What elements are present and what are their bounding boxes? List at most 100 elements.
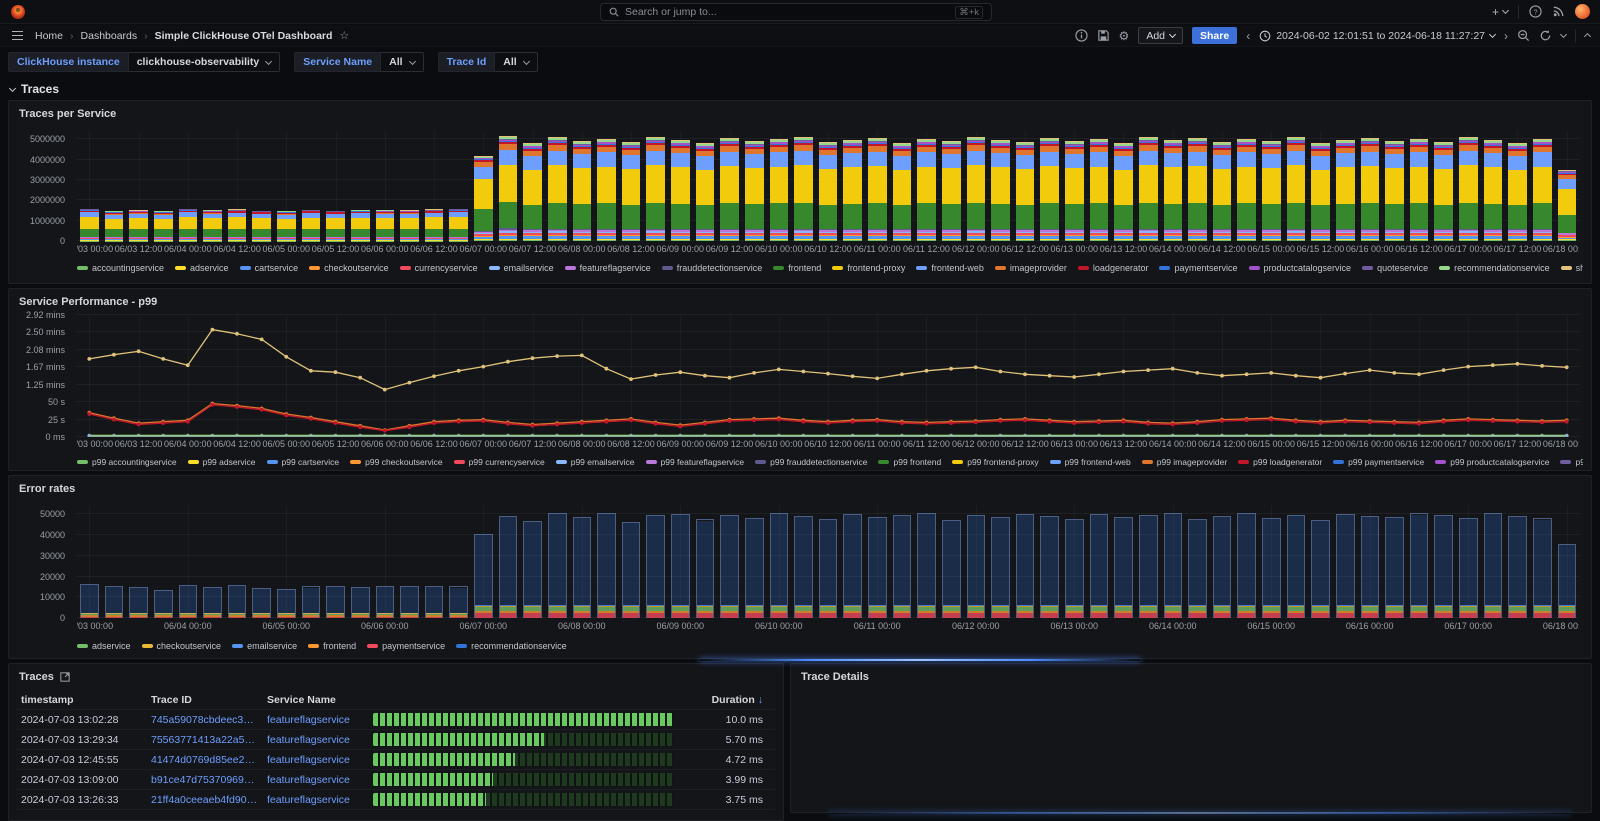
legend-item-p99-adservice[interactable]: p99 adservice bbox=[188, 457, 256, 467]
refresh-icon[interactable] bbox=[1539, 29, 1552, 42]
legend-item-frontend-proxy[interactable]: frontend-proxy bbox=[832, 263, 905, 273]
legend-item-p99-emailservice[interactable]: p99 emailservice bbox=[556, 457, 635, 467]
legend-item-cartservice[interactable]: cartservice bbox=[240, 263, 299, 273]
time-range-picker[interactable]: 2024-06-02 12:01:51 to 2024-06-18 11:27:… bbox=[1259, 30, 1495, 42]
table-row[interactable]: 2024-07-03 13:29:3475563771413a22a54618.… bbox=[17, 730, 775, 750]
bar-segment-frontend-web bbox=[1065, 154, 1084, 168]
cell-service-name-link[interactable]: featureflagservice bbox=[267, 714, 373, 726]
error-bar bbox=[696, 519, 715, 618]
legend-item-checkoutservice[interactable]: checkoutservice bbox=[309, 263, 389, 273]
grafana-logo[interactable] bbox=[10, 4, 26, 20]
legend-item-emailservice[interactable]: emailservice bbox=[232, 641, 297, 651]
x-axis-tick-label: 06/09 00:00 bbox=[656, 244, 704, 254]
table-row[interactable]: 2024-07-03 12:45:5541474d0769d85ee2828..… bbox=[17, 750, 775, 770]
cell-trace-id-link[interactable]: 21ff4a0ceeaeb4fd90af0... bbox=[151, 794, 267, 806]
legend-item-p99-productcatalogservice[interactable]: p99 productcatalogservice bbox=[1435, 457, 1549, 467]
time-range-forward-arrow[interactable]: › bbox=[1504, 30, 1508, 42]
zoom-out-time-icon[interactable] bbox=[1517, 29, 1530, 42]
column-header-trace-id[interactable]: Trace ID bbox=[151, 694, 267, 706]
refresh-interval-caret[interactable] bbox=[1560, 31, 1567, 38]
legend-item-frontend[interactable]: frontend bbox=[773, 263, 821, 273]
breadcrumb-dashboards[interactable]: Dashboards bbox=[81, 30, 138, 42]
column-header-service-name[interactable]: Service Name bbox=[267, 694, 373, 706]
cell-trace-id-link[interactable]: b91ce47d753709695f1d... bbox=[151, 774, 267, 786]
breadcrumb: Home › Dashboards › Simple ClickHouse OT… bbox=[35, 29, 349, 42]
legend-item-p99-frontend-proxy[interactable]: p99 frontend-proxy bbox=[952, 457, 1038, 467]
legend-item-p99-checkoutservice[interactable]: p99 checkoutservice bbox=[350, 457, 443, 467]
table-row[interactable]: 2024-07-03 13:02:28745a59078cbdeec39b7..… bbox=[17, 710, 775, 730]
breadcrumb-home[interactable]: Home bbox=[35, 30, 63, 42]
bar-segment-frontend bbox=[597, 203, 616, 228]
legend-item-p99-loadgenerator[interactable]: p99 loadgenerator bbox=[1238, 457, 1322, 467]
legend-item-p99-quoteservice[interactable]: p99 quoteservice bbox=[1560, 457, 1583, 467]
cell-trace-id-link[interactable]: 745a59078cbdeec39b7... bbox=[151, 714, 267, 726]
legend-item-p99-cartservice[interactable]: p99 cartservice bbox=[267, 457, 340, 467]
dashboard-insights-icon[interactable] bbox=[1075, 29, 1088, 42]
news-icon[interactable] bbox=[1552, 5, 1565, 18]
legend-item-frontend[interactable]: frontend bbox=[308, 641, 356, 651]
bar-segment-paymentservice bbox=[1534, 613, 1551, 618]
legend-item-p99-currencyservice[interactable]: p99 currencyservice bbox=[454, 457, 545, 467]
legend-item-loadgenerator[interactable]: loadgenerator bbox=[1078, 263, 1149, 273]
new-menu-button[interactable]: + bbox=[1492, 5, 1508, 19]
cell-trace-id-link[interactable]: 41474d0769d85ee2828... bbox=[151, 754, 267, 766]
column-header-duration[interactable]: Duration↓ bbox=[691, 694, 771, 706]
legend-item-p99-accountingservice[interactable]: p99 accountingservice bbox=[77, 457, 177, 467]
cell-service-name-link[interactable]: featureflagservice bbox=[267, 754, 373, 766]
bar-segment-accountingservice bbox=[819, 240, 838, 241]
legend-item-p99-paymentservice[interactable]: p99 paymentservice bbox=[1333, 457, 1424, 467]
legend-item-paymentservice[interactable]: paymentservice bbox=[1159, 263, 1237, 273]
panel-resize-indicator bbox=[700, 659, 1140, 661]
legend-item-emailservice[interactable]: emailservice bbox=[489, 263, 554, 273]
legend-item-currencyservice[interactable]: currencyservice bbox=[400, 263, 478, 273]
cell-service-name-link[interactable]: featureflagservice bbox=[267, 734, 373, 746]
column-header-timestamp[interactable]: timestamp bbox=[21, 694, 151, 706]
x-axis-tick-label: 06/15 12:00 bbox=[1297, 439, 1345, 449]
stacked-bar bbox=[1434, 142, 1453, 241]
legend-item-frontend-web[interactable]: frontend-web bbox=[916, 263, 984, 273]
add-button[interactable]: Add bbox=[1138, 27, 1183, 44]
legend-item-featureflagservice[interactable]: featureflagservice bbox=[565, 263, 651, 273]
help-icon[interactable]: ? bbox=[1529, 5, 1542, 18]
time-range-back-arrow[interactable]: ‹ bbox=[1246, 30, 1250, 42]
legend-item-adservice[interactable]: adservice bbox=[175, 263, 229, 273]
cell-trace-id-link[interactable]: 75563771413a22a54618... bbox=[151, 734, 267, 746]
user-avatar[interactable] bbox=[1575, 4, 1590, 19]
legend-item-quoteservice[interactable]: quoteservice bbox=[1362, 263, 1428, 273]
variable-value-dropdown[interactable]: All bbox=[381, 52, 423, 72]
bar-segment-recommendationservice bbox=[450, 588, 467, 613]
legend-item-p99-frontend[interactable]: p99 frontend bbox=[878, 457, 941, 467]
legend-item-accountingservice[interactable]: accountingservice bbox=[77, 263, 164, 273]
legend-item-frauddetectionservice[interactable]: frauddetectionservice bbox=[662, 263, 763, 273]
panel-expand-icon[interactable] bbox=[60, 672, 70, 682]
legend-item-p99-featureflagservice[interactable]: p99 featureflagservice bbox=[646, 457, 745, 467]
legend-item-imageprovider[interactable]: imageprovider bbox=[995, 263, 1067, 273]
legend-item-paymentservice[interactable]: paymentservice bbox=[367, 641, 445, 651]
legend-item-recommendationservice[interactable]: recommendationservice bbox=[456, 641, 567, 651]
menu-toggle-button[interactable] bbox=[10, 29, 25, 43]
cell-service-name-link[interactable]: featureflagservice bbox=[267, 774, 373, 786]
table-row[interactable]: 2024-07-03 13:26:3321ff4a0ceeaeb4fd90af0… bbox=[17, 790, 775, 810]
legend-item-adservice[interactable]: adservice bbox=[77, 641, 131, 651]
share-button[interactable]: Share bbox=[1192, 27, 1237, 44]
variable-value-dropdown[interactable]: clickhouse-observability bbox=[129, 52, 281, 72]
collapse-toolbar-icon[interactable] bbox=[1584, 33, 1591, 40]
cell-service-name-link[interactable]: featureflagservice bbox=[267, 794, 373, 806]
bar-segment-accountingservice bbox=[770, 240, 789, 241]
favorite-star-icon[interactable]: ☆ bbox=[339, 29, 349, 42]
legend-item-productcatalogservice[interactable]: productcatalogservice bbox=[1249, 263, 1352, 273]
dashboard-settings-icon[interactable]: ⚙ bbox=[1119, 29, 1130, 43]
legend-item-checkoutservice[interactable]: checkoutservice bbox=[142, 641, 222, 651]
bar-segment-frontend-proxy bbox=[1114, 170, 1133, 205]
legend-item-p99-imageprovider[interactable]: p99 imageprovider bbox=[1142, 457, 1227, 467]
variable-value-dropdown[interactable]: All bbox=[495, 52, 537, 72]
section-traces-toggle[interactable]: Traces bbox=[10, 82, 59, 96]
legend-item-p99-frauddetectionservice[interactable]: p99 frauddetectionservice bbox=[755, 457, 867, 467]
table-row[interactable]: 2024-07-03 13:09:00b91ce47d753709695f1d.… bbox=[17, 770, 775, 790]
legend-item-recommendationservice[interactable]: recommendationservice bbox=[1439, 263, 1550, 273]
legend-item-shippingservice[interactable]: shippingservice bbox=[1561, 263, 1583, 273]
legend-item-p99-frontend-web[interactable]: p99 frontend-web bbox=[1050, 457, 1131, 467]
search-input[interactable]: Search or jump to... ⌘+k bbox=[600, 3, 992, 21]
bar-segment-paymentservice bbox=[1189, 613, 1206, 618]
save-dashboard-icon[interactable] bbox=[1097, 29, 1110, 42]
